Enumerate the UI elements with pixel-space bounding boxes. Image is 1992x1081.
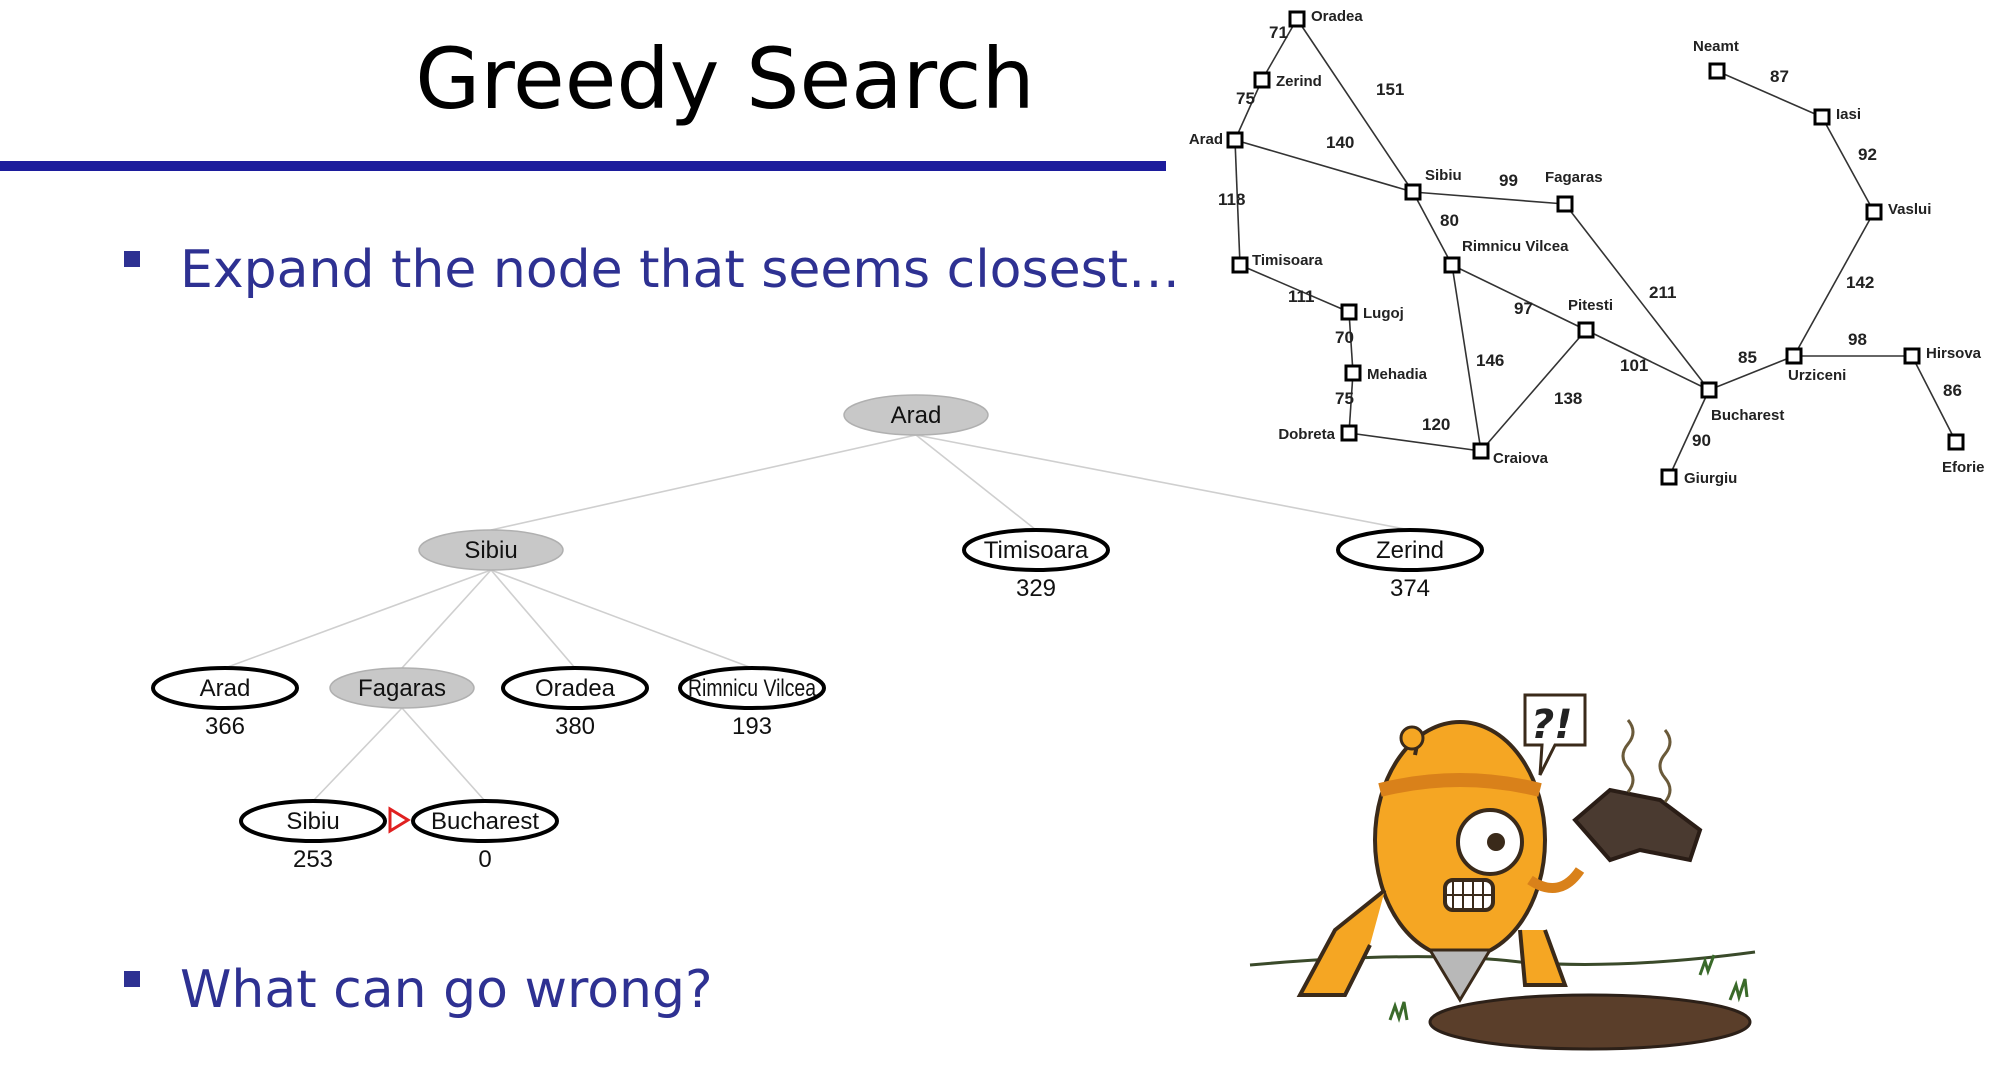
- robot-left-leg: [1296, 888, 1387, 997]
- hole: [1428, 993, 1752, 1051]
- old-boot-icon: [1572, 787, 1703, 863]
- speech-bubble-text: ?!: [1531, 702, 1572, 748]
- robot-right-leg: [1518, 929, 1568, 987]
- robot-drill: [1427, 948, 1493, 1003]
- robot-pupil: [1487, 833, 1505, 851]
- robot-cartoon: ?!: [1249, 693, 1756, 1051]
- stink-lines: [1621, 719, 1672, 803]
